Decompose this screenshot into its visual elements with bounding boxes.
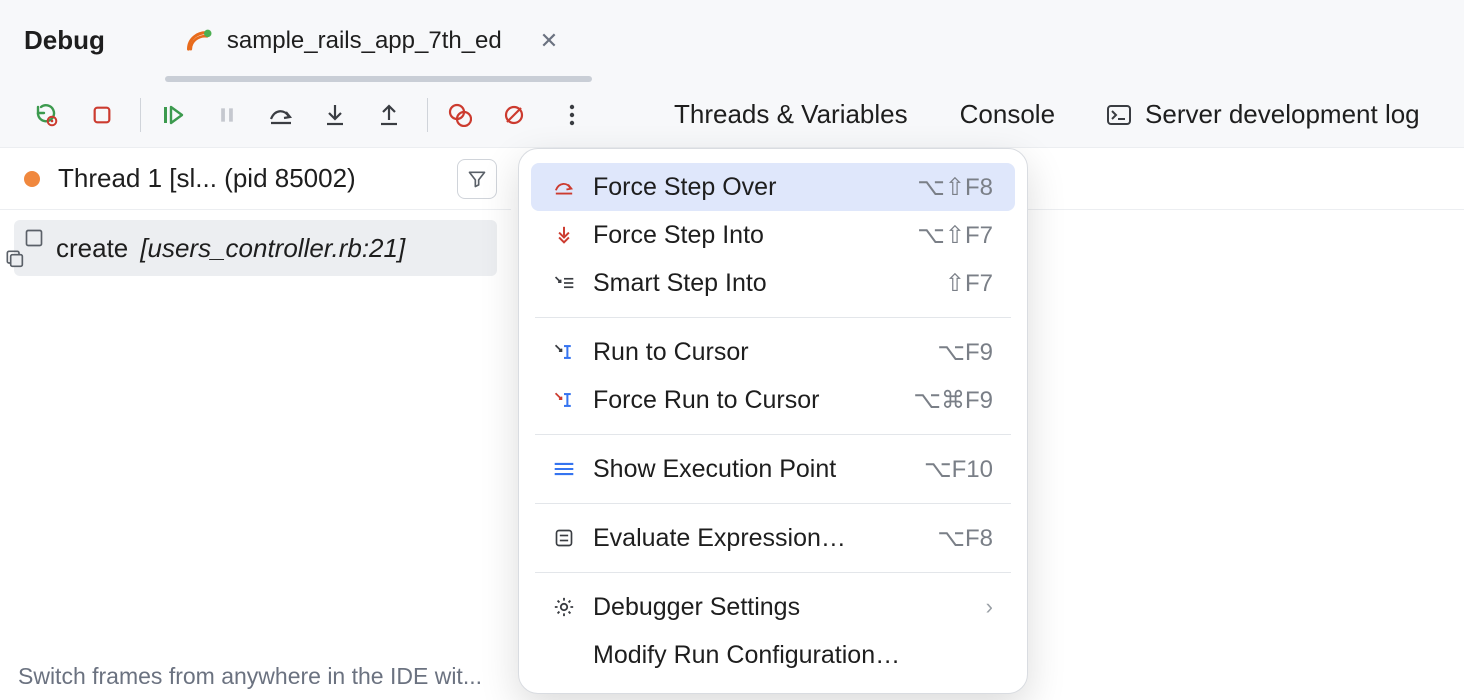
tab-threads-variables[interactable]: Threads & Variables <box>674 99 908 130</box>
separator <box>140 98 141 132</box>
menu-item-label: Smart Step Into <box>593 269 945 298</box>
menu-item-shortcut: ⌥⇧F7 <box>917 221 993 250</box>
hint-text: Switch frames from anywhere in the IDE w… <box>18 663 482 690</box>
menu-item-shortcut: ⌥⇧F8 <box>917 173 993 202</box>
menu-item-force-run-to-cursor[interactable]: Force Run to Cursor⌥⌘F9 <box>531 376 1015 424</box>
menu-item-label: Run to Cursor <box>593 338 937 367</box>
menu-item-smart-step-into[interactable]: Smart Step Into⇧F7 <box>531 259 1015 307</box>
evaluate-icon <box>549 528 579 548</box>
step-out-icon[interactable] <box>369 95 409 135</box>
menu-separator <box>535 434 1011 435</box>
menu-item-debugger-settings[interactable]: Debugger Settings› <box>531 583 1015 631</box>
settings-icon <box>549 596 579 618</box>
close-tab-icon[interactable]: ✕ <box>540 28 558 54</box>
menu-item-shortcut: ⌥F10 <box>924 455 993 484</box>
tab-server-log-label: Server development log <box>1145 99 1420 130</box>
menu-item-shortcut: ⇧F7 <box>945 269 993 298</box>
pause-icon <box>207 95 247 135</box>
menu-item-show-execution-point[interactable]: Show Execution Point⌥F10 <box>531 445 1015 493</box>
frame-location: [users_controller.rb:21] <box>140 233 405 264</box>
menu-item-label: Evaluate Expression… <box>593 524 937 553</box>
resume-icon[interactable] <box>153 95 193 135</box>
force-step-into-icon <box>549 225 579 245</box>
tab-server-log[interactable]: Server development log <box>1107 99 1420 130</box>
terminal-icon <box>1107 105 1131 125</box>
menu-item-label: Force Step Into <box>593 221 917 250</box>
menu-item-modify-run-configuration[interactable]: Modify Run Configuration… <box>531 631 1015 679</box>
tab-underline <box>165 76 592 82</box>
menu-item-evaluate-expression[interactable]: Evaluate Expression…⌥F8 <box>531 514 1015 562</box>
thread-label: Thread 1 [sl... (pid 85002) <box>58 163 356 194</box>
menu-separator <box>535 572 1011 573</box>
menu-item-label: Modify Run Configuration… <box>593 641 993 670</box>
frames-panel: Thread 1 [sl... (pid 85002) create [user… <box>0 148 512 700</box>
mute-breakpoints-icon[interactable] <box>494 95 534 135</box>
menu-item-force-step-over[interactable]: Force Step Over⌥⇧F8 <box>531 163 1015 211</box>
frame-method: create <box>56 233 128 264</box>
chevron-right-icon: › <box>986 594 993 620</box>
force-run-to-cursor-icon <box>549 390 579 410</box>
thread-row[interactable]: Thread 1 [sl... (pid 85002) <box>0 148 511 210</box>
menu-separator <box>535 503 1011 504</box>
filter-icon[interactable] <box>457 159 497 199</box>
more-icon[interactable] <box>552 95 592 135</box>
menu-item-label: Force Run to Cursor <box>593 386 913 415</box>
menu-item-shortcut: ⌥⌘F9 <box>913 386 993 415</box>
menu-item-label: Debugger Settings <box>593 593 986 622</box>
step-over-icon[interactable] <box>261 95 301 135</box>
tab-console[interactable]: Console <box>960 99 1055 130</box>
debug-toolbar: Threads & Variables Console Server devel… <box>0 82 1464 148</box>
force-step-over-icon <box>549 178 579 196</box>
show-exec-point-icon <box>549 461 579 477</box>
debug-actions-menu: Force Step Over⌥⇧F8Force Step Into⌥⇧F7Sm… <box>518 148 1028 694</box>
frame-icon <box>24 228 44 268</box>
debug-title: Debug <box>24 25 105 56</box>
menu-item-shortcut: ⌥F8 <box>937 524 993 553</box>
separator <box>427 98 428 132</box>
menu-item-shortcut: ⌥F9 <box>937 338 993 367</box>
view-breakpoints-icon[interactable] <box>440 95 480 135</box>
rails-icon <box>185 27 213 55</box>
run-config-name: sample_rails_app_7th_ed <box>227 27 502 55</box>
title-bar: Debug sample_rails_app_7th_ed ✕ <box>0 0 1464 82</box>
step-into-icon[interactable] <box>315 95 355 135</box>
stack-frame-row[interactable]: create [users_controller.rb:21] <box>14 220 497 276</box>
smart-step-into-icon <box>549 274 579 292</box>
thread-status-dot <box>24 171 40 187</box>
menu-item-label: Show Execution Point <box>593 455 924 484</box>
rerun-icon[interactable] <box>28 95 68 135</box>
run-to-cursor-icon <box>549 342 579 362</box>
menu-item-force-step-into[interactable]: Force Step Into⌥⇧F7 <box>531 211 1015 259</box>
stop-icon[interactable] <box>82 95 122 135</box>
debug-tabs: Threads & Variables Console Server devel… <box>674 99 1420 130</box>
run-config-tab[interactable]: sample_rails_app_7th_ed ✕ <box>185 0 558 82</box>
menu-item-label: Force Step Over <box>593 173 917 202</box>
menu-item-run-to-cursor[interactable]: Run to Cursor⌥F9 <box>531 328 1015 376</box>
menu-separator <box>535 317 1011 318</box>
